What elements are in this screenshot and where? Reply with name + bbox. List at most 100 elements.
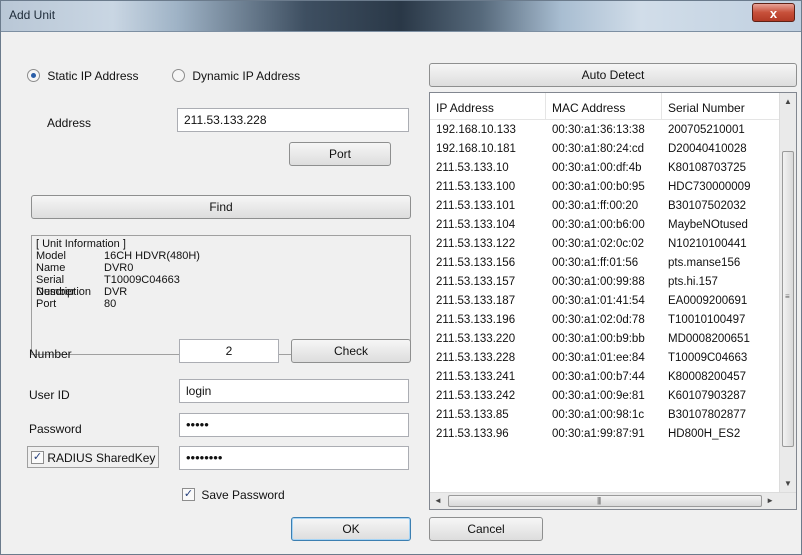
unit-info-value: 80 — [104, 298, 117, 310]
table-row[interactable]: 192.168.10.133 00:30:a1:36:13:38 200705210… — [430, 121, 780, 140]
serial-number-cell: pts.manse156 — [668, 257, 741, 269]
mac-address-cell: 00:30:a1:00:b7:44 — [552, 371, 645, 383]
save-password-option[interactable]: ✓ Save Password — [182, 487, 285, 502]
column-header-mac[interactable]: MAC Address — [546, 93, 662, 119]
radius-sharedkey-option[interactable]: ✓ RADIUS SharedKey — [27, 446, 160, 468]
table-row[interactable]: 211.53.133.101 00:30:a1:ff:00:20 B30107502… — [430, 197, 780, 216]
password-label: Password — [29, 422, 82, 436]
radius-sharedkey-input[interactable]: •••••••• — [179, 446, 409, 470]
close-button[interactable]: x — [752, 3, 795, 22]
check-button[interactable]: Check — [291, 339, 411, 363]
table-row[interactable]: 211.53.133.241 00:30:a1:00:b7:44 K80008200… — [430, 368, 780, 387]
ip-address-cell: 192.168.10.181 — [436, 143, 516, 155]
unit-info-row: Serial Number T10009C04663 — [36, 274, 406, 298]
table-row[interactable]: 211.53.133.187 00:30:a1:01:41:54 EA0009200… — [430, 292, 780, 311]
table-row[interactable]: 211.53.133.104 00:30:a1:00:b6:00 MaybeNOtu… — [430, 216, 780, 235]
find-button[interactable]: Find — [31, 195, 411, 219]
ip-address-cell: 211.53.133.220 — [436, 333, 516, 345]
static-ip-radio[interactable] — [27, 69, 40, 83]
vertical-scrollbar[interactable]: ▲ ≡ ▼ — [779, 93, 796, 492]
unit-info-label: Model — [36, 250, 66, 262]
ip-address-cell: 211.53.133.196 — [436, 314, 516, 326]
scroll-left-icon[interactable]: ◄ — [434, 496, 442, 505]
unit-info-heading: [ Unit Information ] — [36, 238, 126, 250]
unit-info-value: T10009C04663 — [104, 274, 180, 286]
unit-info-label: Serial Number — [36, 274, 76, 298]
vertical-scroll-thumb[interactable]: ≡ — [782, 151, 794, 447]
ip-address-cell: 192.168.10.133 — [436, 124, 516, 136]
auto-detect-button[interactable]: Auto Detect — [429, 63, 797, 87]
number-input[interactable]: 2 — [179, 339, 279, 363]
password-input[interactable]: ••••• — [179, 413, 409, 437]
radius-sharedkey-checkbox[interactable]: ✓ — [31, 451, 44, 465]
table-row[interactable]: 211.53.133.196 00:30:a1:02:0d:78 T10010100… — [430, 311, 780, 330]
table-row[interactable]: 211.53.133.100 00:30:a1:00:b0:95 HDC730000… — [430, 178, 780, 197]
unit-info-row: Port 80 — [36, 298, 406, 310]
save-password-checkbox[interactable]: ✓ — [182, 488, 195, 502]
serial-number-cell: EA0009200691 — [668, 295, 748, 307]
user-id-input[interactable]: login — [179, 379, 409, 403]
column-header-serial[interactable]: Serial Number — [662, 93, 780, 119]
mac-address-cell: 00:30:a1:01:ee:84 — [552, 352, 645, 364]
table-row[interactable]: 211.53.133.122 00:30:a1:02:0c:02 N10210100… — [430, 235, 780, 254]
mac-address-cell: 00:30:a1:00:99:88 — [552, 276, 645, 288]
table-row[interactable]: 211.53.133.96 00:30:a1:99:87:91 HD800H_ES2 — [430, 425, 780, 444]
table-row[interactable]: 192.168.10.181 00:30:a1:80:24:cd D20040410… — [430, 140, 780, 159]
scroll-down-icon[interactable]: ▼ — [784, 479, 792, 488]
dynamic-ip-option[interactable]: Dynamic IP Address — [172, 68, 300, 83]
title-bar[interactable]: Add Unit x — [1, 1, 801, 32]
serial-number-cell: B30107502032 — [668, 200, 747, 212]
serial-number-cell: 200705210001 — [668, 124, 745, 136]
table-row[interactable]: 211.53.133.156 00:30:a1:ff:01:56 pts.manse… — [430, 254, 780, 273]
table-row[interactable]: 211.53.133.228 00:30:a1:01:ee:84 T10009C04… — [430, 349, 780, 368]
add-unit-dialog: Add Unit x Static IP Address Dynamic IP … — [0, 0, 802, 555]
ip-address-cell: 211.53.133.157 — [436, 276, 516, 288]
ip-address-cell: 211.53.133.242 — [436, 390, 516, 402]
mac-address-cell: 00:30:a1:99:87:91 — [552, 428, 645, 440]
cancel-button[interactable]: Cancel — [429, 517, 543, 541]
unit-info-row: Description DVR — [36, 286, 406, 298]
mac-address-cell: 00:30:a1:00:b6:00 — [552, 219, 645, 231]
horizontal-scroll-thumb[interactable]: ||| — [448, 495, 762, 507]
device-list-rows: 192.168.10.133 00:30:a1:36:13:38 200705210… — [430, 121, 780, 444]
mac-address-cell: 00:30:a1:80:24:cd — [552, 143, 645, 155]
port-button[interactable]: Port — [289, 142, 391, 166]
unit-info-label: Port — [36, 298, 57, 310]
scroll-right-icon[interactable]: ► — [766, 496, 774, 505]
address-input[interactable]: 211.53.133.228 — [177, 108, 409, 132]
table-row[interactable]: 211.53.133.220 00:30:a1:00:b9:bb MD0008200… — [430, 330, 780, 349]
address-label: Address — [47, 116, 92, 130]
grip-icon: ≡ — [785, 292, 790, 301]
unit-info-value: 16CH HDVR(480H) — [104, 250, 200, 262]
serial-number-cell: HD800H_ES2 — [668, 428, 741, 440]
serial-number-cell: D20040410028 — [668, 143, 747, 155]
serial-number-cell: K80008200457 — [668, 371, 747, 383]
mac-address-cell: 00:30:a1:01:41:54 — [552, 295, 645, 307]
serial-number-cell: pts.hi.157 — [668, 276, 718, 288]
ok-button[interactable]: OK — [291, 517, 411, 541]
serial-number-cell: K60107903287 — [668, 390, 747, 402]
ip-address-cell: 211.53.133.100 — [436, 181, 516, 193]
serial-number-cell: MaybeNOtused — [668, 219, 748, 231]
column-header-ip[interactable]: IP Address — [430, 93, 546, 119]
table-row[interactable]: 211.53.133.157 00:30:a1:00:99:88 pts.hi.15… — [430, 273, 780, 292]
mac-address-cell: 00:30:a1:00:98:1c — [552, 409, 645, 421]
table-row[interactable]: 211.53.133.242 00:30:a1:00:9e:81 K60107903… — [430, 387, 780, 406]
serial-number-cell: MD0008200651 — [668, 333, 750, 345]
horizontal-scrollbar[interactable]: ◄ ||| ► — [430, 492, 796, 509]
static-ip-option[interactable]: Static IP Address — [27, 68, 139, 83]
ip-address-cell: 211.53.133.122 — [436, 238, 516, 250]
ip-address-cell: 211.53.133.187 — [436, 295, 516, 307]
device-list[interactable]: IP Address MAC Address Serial Number 192… — [429, 92, 797, 510]
mac-address-cell: 00:30:a1:02:0d:78 — [552, 314, 645, 326]
dynamic-ip-label: Dynamic IP Address — [192, 68, 301, 83]
dynamic-ip-radio[interactable] — [172, 69, 185, 83]
table-row[interactable]: 211.53.133.85 00:30:a1:00:98:1c B301078028… — [430, 406, 780, 425]
serial-number-cell: T10009C04663 — [668, 352, 748, 364]
device-list-header: IP Address MAC Address Serial Number — [430, 93, 780, 120]
scroll-up-icon[interactable]: ▲ — [784, 97, 792, 106]
table-row[interactable]: 211.53.133.10 00:30:a1:00:df:4b K801087037… — [430, 159, 780, 178]
ip-address-cell: 211.53.133.10 — [436, 162, 509, 174]
mac-address-cell: 00:30:a1:00:df:4b — [552, 162, 642, 174]
serial-number-cell: N10210100441 — [668, 238, 747, 250]
